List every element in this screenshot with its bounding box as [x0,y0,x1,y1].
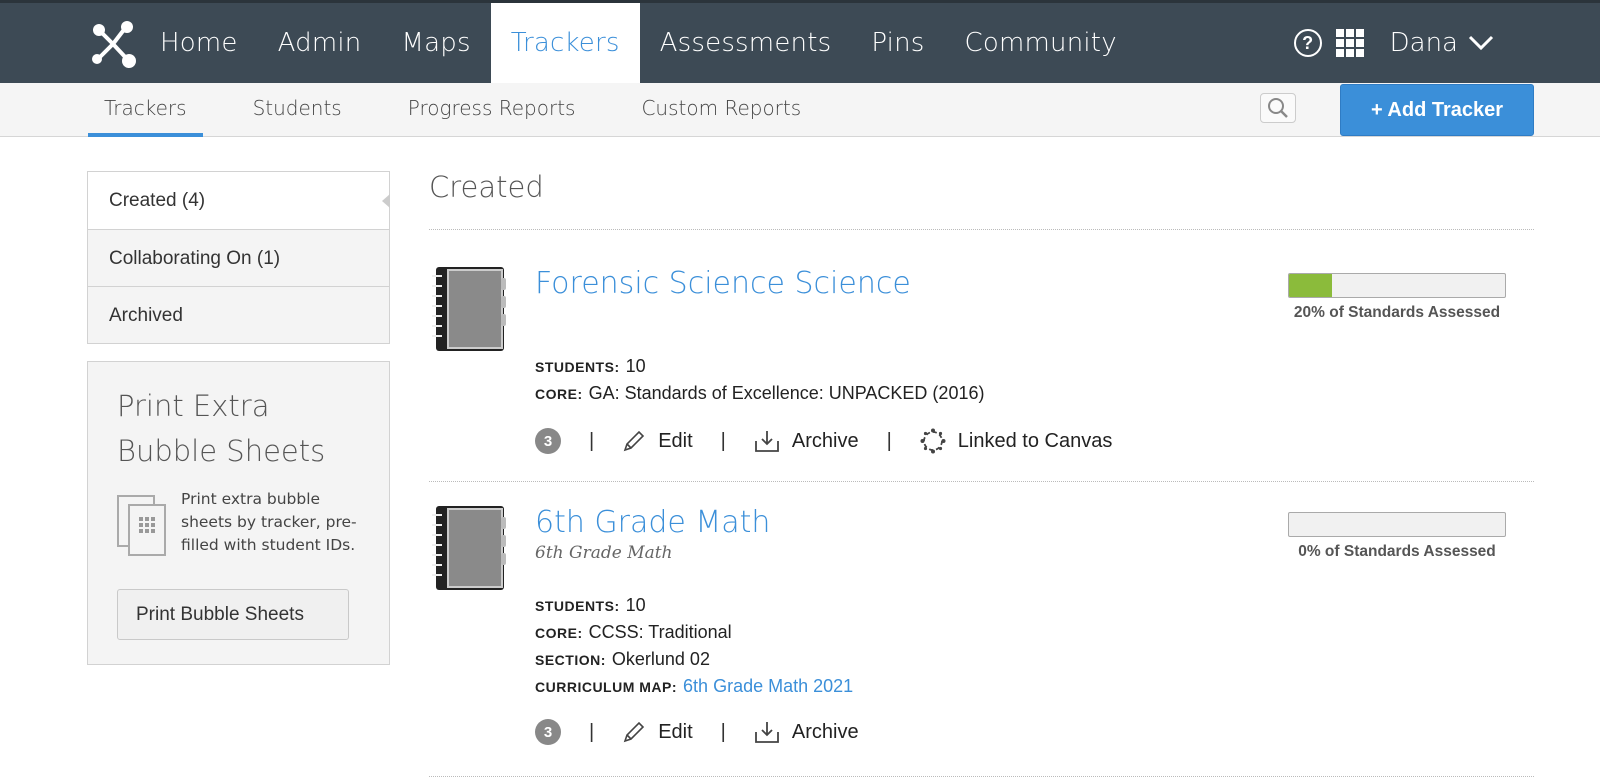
edit-button[interactable]: Edit [622,720,693,744]
print-panel-title: Print Extra Bubble Sheets [117,389,326,468]
edit-label: Edit [658,429,693,452]
sub-navigation-bar: Trackers Students Progress Reports Custo… [0,83,1600,137]
nav-assessments[interactable]: Assessments [640,3,852,83]
progress-bar [1288,512,1506,537]
progress-label: 0% of Standards Assessed [1298,543,1496,560]
edit-label: Edit [658,720,693,743]
archive-tray-icon [754,431,779,452]
nav-home[interactable]: Home [140,3,258,83]
notebook-icon [432,267,506,351]
add-tracker-button[interactable]: + Add Tracker [1340,84,1534,136]
apps-grid-icon[interactable] [1335,29,1364,57]
sidebar-item-created[interactable]: Created (4) [88,172,390,229]
subtab-students[interactable]: Students [237,83,358,137]
subtab-trackers[interactable]: Trackers [88,83,203,137]
separator: | [886,429,892,452]
field-value: GA: Standards of Excellence: UNPACKED (2… [588,383,985,403]
separator: | [589,720,595,743]
divider [429,229,1534,230]
subtab-progress-reports[interactable]: Progress Reports [392,83,592,137]
progress-label: 20% of Standards Assessed [1293,304,1501,321]
nav-pins[interactable]: Pins [851,3,944,83]
nav-trackers[interactable]: Trackers [490,3,640,83]
field-key: CURRICULUM MAP: [535,679,678,695]
tracker-title-link[interactable]: 6th Grade Math [535,505,770,540]
sidebar-filter-tabs: Created (4) Collaborating On (1) Archive… [87,171,390,344]
field-value: 10 [625,356,646,376]
divider [429,776,1534,777]
pencil-icon [623,721,645,743]
search-icon [1268,98,1288,118]
tracker-subtitle: 6th Grade Math [535,543,673,563]
field-value: CCSS: Traditional [588,622,732,642]
progress-fill [1289,274,1333,297]
search-button[interactable] [1260,93,1296,123]
canvas-icon [920,428,946,454]
field-key: CORE: [535,625,583,641]
standards-progress: 20% of Standards Assessed [1288,273,1506,322]
user-menu-name[interactable]: Dana [1390,28,1458,58]
archive-button[interactable]: Archive [754,720,859,744]
sheet-stack-icon [117,495,166,556]
field-value: Okerlund 02 [611,649,710,669]
print-bubble-sheets-panel: Print Extra Bubble Sheets Print extra bu… [87,361,390,665]
archive-label: Archive [791,429,859,452]
progress-bar [1288,273,1506,298]
tracker-section: SECTION: Okerlund 02 [535,649,710,670]
sidebar-item-archived[interactable]: Archived [88,286,389,343]
standards-progress: 0% of Standards Assessed [1288,512,1506,561]
chevron-down-icon[interactable] [1468,35,1494,51]
tracker-students: STUDENTS: 10 [535,356,646,377]
tracker-curriculum-map: CURRICULUM MAP: 6th Grade Math 2021 [535,676,853,697]
main-nav: Home Admin Maps Trackers Assessments Pin… [140,3,1137,83]
print-bubble-sheets-button[interactable]: Print Bubble Sheets [117,589,349,640]
separator: | [589,429,595,452]
separator: | [720,429,726,452]
subtab-custom-reports[interactable]: Custom Reports [625,83,817,137]
pencil-icon [623,430,645,452]
edit-button[interactable]: Edit [622,429,693,453]
tracker-title-link[interactable]: Forensic Science Science [535,266,911,301]
tracker-core: CORE: CCSS: Traditional [535,622,732,643]
curriculum-map-link[interactable]: 6th Grade Math 2021 [683,676,853,696]
page-title: Created [429,170,544,204]
field-key: CORE: [535,386,583,402]
divider [429,481,1534,482]
archive-label: Archive [791,720,859,743]
nav-maps[interactable]: Maps [381,3,490,83]
tracker-core: CORE: GA: Standards of Excellence: UNPACK… [535,383,984,404]
field-key: SECTION: [535,652,606,668]
tracker-actions: 3 | Edit | Archive | Linked to Canvas [535,428,1112,454]
notebook-icon [432,506,506,590]
network-logo-icon[interactable] [88,19,138,69]
archive-button[interactable]: Archive [754,429,859,453]
top-navigation-bar: Home Admin Maps Trackers Assessments Pin… [0,0,1600,83]
linked-label: Linked to Canvas [957,429,1113,452]
nav-community[interactable]: Community [945,3,1137,83]
nav-admin[interactable]: Admin [258,3,382,83]
sub-nav: Trackers Students Progress Reports Custo… [88,83,851,137]
count-badge[interactable]: 3 [535,719,561,745]
linked-to-canvas-button[interactable]: Linked to Canvas [920,428,1113,454]
field-value: 10 [625,595,646,615]
tracker-students: STUDENTS: 10 [535,595,646,616]
top-right-controls: ? Dana [1293,3,1494,83]
sidebar-item-collaborating[interactable]: Collaborating On (1) [88,229,389,286]
tracker-actions: 3 | Edit | Archive [535,719,859,745]
count-badge[interactable]: 3 [535,428,561,454]
field-key: STUDENTS: [535,359,620,375]
field-key: STUDENTS: [535,598,620,614]
print-panel-description: Print extra bubble sheets by tracker, pr… [181,490,357,554]
help-icon[interactable]: ? [1293,29,1322,57]
archive-tray-icon [754,722,779,743]
separator: | [720,720,726,743]
